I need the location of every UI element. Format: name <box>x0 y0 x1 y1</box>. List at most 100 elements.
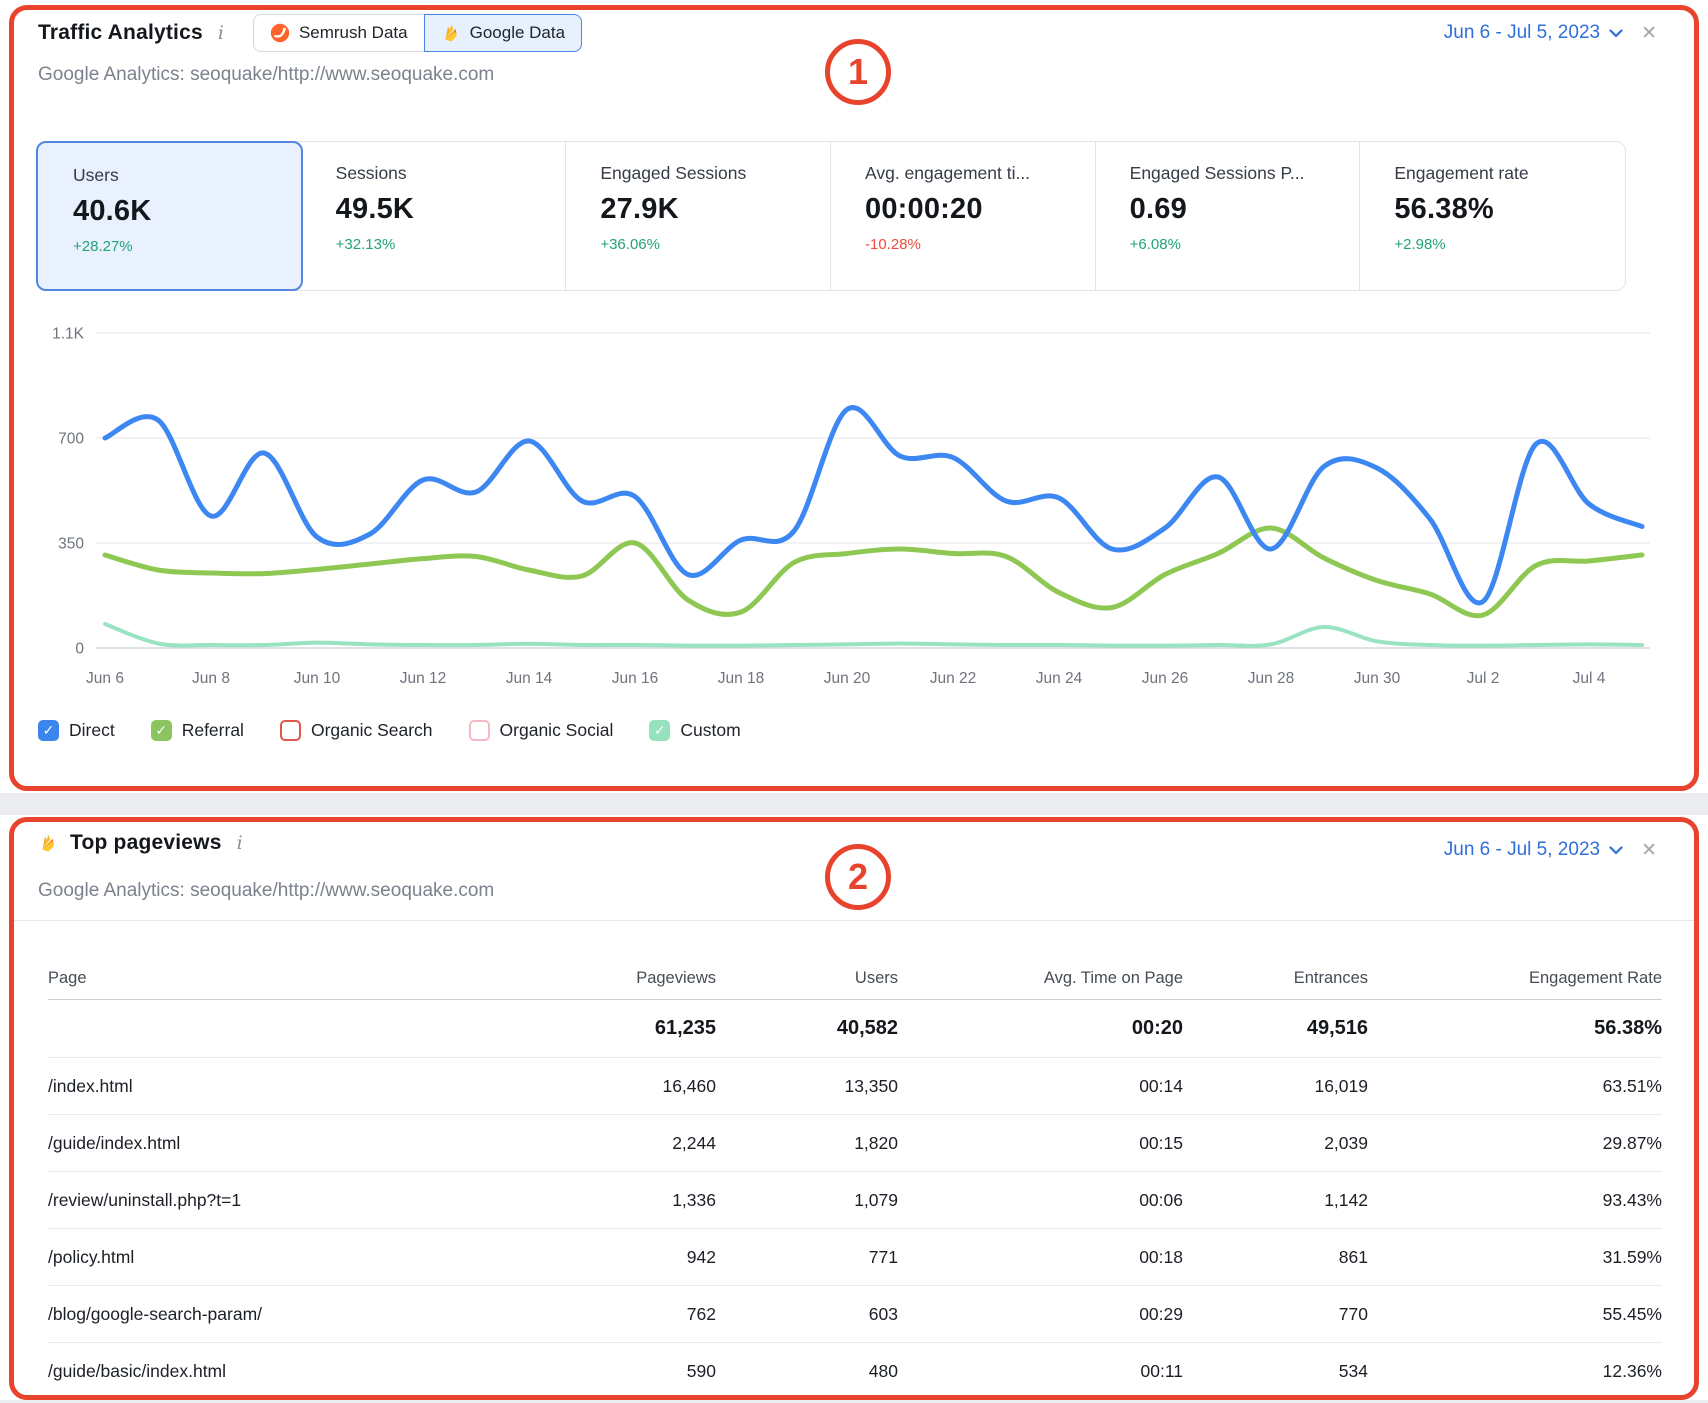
page-cell: /guide/index.html <box>48 1133 478 1154</box>
series-custom-line <box>105 624 1642 646</box>
metric-value: 27.9K <box>600 193 816 226</box>
unchecked-checkbox-icon[interactable] <box>280 720 301 741</box>
legend-label: Direct <box>69 720 115 741</box>
value-cell: 00:11 <box>898 1361 1183 1382</box>
info-icon[interactable]: i <box>234 832 246 854</box>
value-cell: 480 <box>716 1361 898 1382</box>
legend-label: Organic Search <box>311 720 433 741</box>
table-row: /blog/google-search-param/76260300:29770… <box>48 1286 1662 1343</box>
y-tick-label: 700 <box>58 431 84 448</box>
semrush-data-button[interactable]: Semrush Data <box>253 14 425 52</box>
value-cell: 63.51% <box>1368 1076 1662 1097</box>
chevron-down-icon <box>1609 846 1623 855</box>
panel2-date-range-selector[interactable]: Jun 6 - Jul 5, 2023 <box>1444 839 1623 861</box>
semrush-logo-icon <box>270 23 290 43</box>
metric-cards: Users40.6K+28.27% Sessions 49.5K +32.13% Eng… <box>36 141 1626 291</box>
checked-checkbox-icon[interactable]: ✓ <box>649 720 670 741</box>
legend-item-organic-search[interactable]: Organic Search <box>280 720 433 741</box>
metric-card-users[interactable]: Users40.6K+28.27% <box>36 141 303 291</box>
value-cell: 13,350 <box>716 1076 898 1097</box>
y-tick-label: 0 <box>75 641 84 658</box>
value-cell: 00:15 <box>898 1133 1183 1154</box>
legend-label: Custom <box>680 720 740 741</box>
metric-card-engaged-sessions-p[interactable]: Engaged Sessions P...0.69+6.08% <box>1096 142 1361 290</box>
metric-card-avg-engagement-ti[interactable]: Avg. engagement ti... 00:00:20 -10.28% <box>831 142 1096 290</box>
column-header-avg-time-on-page: Avg. Time on Page <box>898 969 1183 988</box>
legend-label: Organic Social <box>500 720 614 741</box>
value-cell: 1,142 <box>1183 1190 1368 1211</box>
annotation-badge-1: 1 <box>825 39 891 105</box>
x-tick-label: Jul 2 <box>1467 670 1500 687</box>
series-direct-line <box>105 408 1642 603</box>
metric-delta: -10.28% <box>865 236 1081 253</box>
x-tick-label: Jun 12 <box>400 670 447 687</box>
table-summary-row: 61,23540,58200:2049,51656.38% <box>48 1000 1662 1058</box>
value-cell: 2,244 <box>478 1133 716 1154</box>
panel2-close-icon[interactable]: ✕ <box>1641 841 1657 860</box>
chart-legend: ✓ Direct ✓Referral Organic Search Organic So… <box>38 720 741 741</box>
panel1-date-range-selector[interactable]: Jun 6 - Jul 5, 2023 <box>1444 22 1623 44</box>
table-row: /guide/index.html2,2441,82000:152,03929.… <box>48 1115 1662 1172</box>
traffic-analytics-header: Traffic Analytics i Semrush Data Google … <box>38 14 582 52</box>
value-cell: 12.36% <box>1368 1361 1662 1382</box>
checked-checkbox-icon[interactable]: ✓ <box>151 720 172 741</box>
x-tick-label: Jun 18 <box>718 670 765 687</box>
summary-cell: 40,582 <box>716 1017 898 1040</box>
google-data-button[interactable]: Google Data <box>424 14 582 52</box>
panel2-divider <box>13 920 1695 921</box>
traffic-chart: 03507001.1KJun 6Jun 8Jun 10Jun 12Jun 14J… <box>0 300 1708 710</box>
summary-cell: 00:20 <box>898 1017 1183 1040</box>
value-cell: 93.43% <box>1368 1190 1662 1211</box>
value-cell: 16,019 <box>1183 1076 1368 1097</box>
value-cell: 762 <box>478 1304 716 1325</box>
page-cell: /policy.html <box>48 1247 478 1268</box>
metric-delta: +32.13% <box>336 236 552 253</box>
summary-cell: 56.38% <box>1368 1017 1662 1040</box>
value-cell: 00:29 <box>898 1304 1183 1325</box>
metric-value: 49.5K <box>336 193 552 226</box>
x-tick-label: Jun 20 <box>824 670 871 687</box>
table-row: /index.html16,46013,35000:1416,01963.51% <box>48 1058 1662 1115</box>
value-cell: 1,079 <box>716 1190 898 1211</box>
metric-card-sessions[interactable]: Sessions 49.5K +32.13% <box>302 142 567 290</box>
metric-label: Engaged Sessions <box>600 163 816 184</box>
summary-cell: 61,235 <box>478 1017 716 1040</box>
value-cell: 00:06 <box>898 1190 1183 1211</box>
metric-card-engaged-sessions[interactable]: Engaged Sessions 27.9K +36.06% <box>566 142 831 290</box>
x-tick-label: Jun 30 <box>1354 670 1401 687</box>
table-row: /review/uninstall.php?t=11,3361,07900:06… <box>48 1172 1662 1229</box>
x-tick-label: Jul 4 <box>1573 670 1606 687</box>
legend-item-custom[interactable]: ✓ Custom <box>649 720 740 741</box>
panel2-subtitle: Google Analytics: seoquake/http://www.se… <box>38 880 494 902</box>
metric-label: Sessions <box>336 163 552 184</box>
metric-label: Avg. engagement ti... <box>865 163 1081 184</box>
info-icon[interactable]: i <box>215 22 227 44</box>
metric-label: Engaged Sessions P... <box>1130 163 1346 184</box>
column-header-page: Page <box>48 969 478 988</box>
x-tick-label: Jun 22 <box>930 670 977 687</box>
legend-item-direct[interactable]: ✓ Direct <box>38 720 115 741</box>
value-cell: 29.87% <box>1368 1133 1662 1154</box>
page-cell: /review/uninstall.php?t=1 <box>48 1190 478 1211</box>
legend-item-referral[interactable]: ✓Referral <box>151 720 244 741</box>
y-tick-label: 1.1K <box>52 326 85 343</box>
value-cell: 770 <box>1183 1304 1368 1325</box>
column-header-users: Users <box>716 969 898 988</box>
unchecked-checkbox-icon[interactable] <box>469 720 490 741</box>
checked-checkbox-icon[interactable]: ✓ <box>38 720 59 741</box>
panel2-title: Top pageviews <box>70 831 222 855</box>
data-source-toggle: Semrush Data Google Data <box>253 14 582 52</box>
metric-delta: +36.06% <box>600 236 816 253</box>
metric-value: 56.38% <box>1394 193 1611 226</box>
metric-value: 40.6K <box>73 195 287 228</box>
x-tick-label: Jun 26 <box>1142 670 1189 687</box>
panel1-close-icon[interactable]: ✕ <box>1641 24 1657 43</box>
metric-value: 00:00:20 <box>865 193 1081 226</box>
annotation-badge-2: 2 <box>825 844 891 910</box>
metric-delta: +6.08% <box>1130 236 1346 253</box>
value-cell: 00:14 <box>898 1076 1183 1097</box>
semrush-data-label: Semrush Data <box>299 23 408 43</box>
legend-item-organic-social[interactable]: Organic Social <box>469 720 614 741</box>
metric-card-engagement-rate[interactable]: Engagement rate56.38%+2.98% <box>1360 142 1625 290</box>
column-header-engagement-rate: Engagement Rate <box>1368 969 1662 988</box>
